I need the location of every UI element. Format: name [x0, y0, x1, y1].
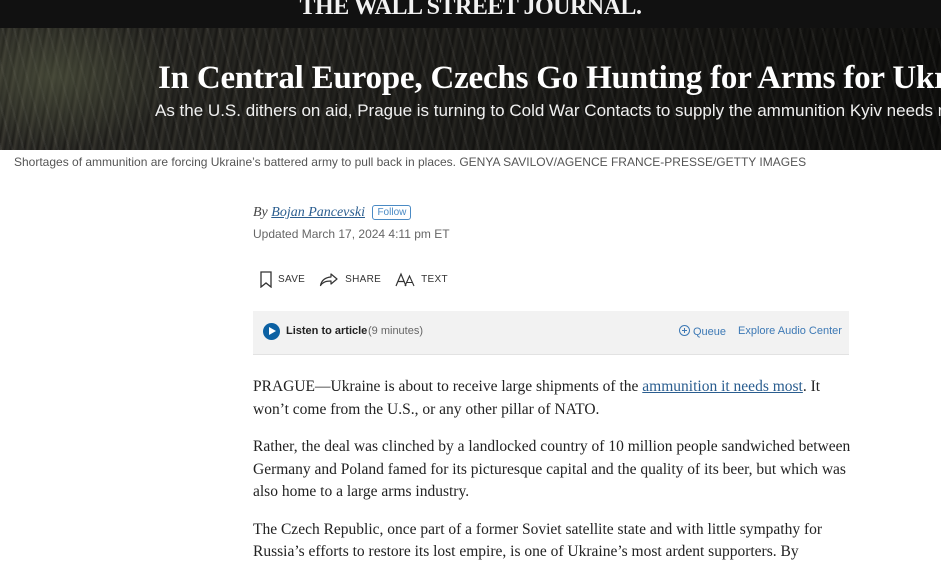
save-label: SAVE — [278, 273, 306, 285]
article-headline: In Central Europe, Czechs Go Hunting for… — [158, 60, 941, 96]
masthead: THE WALL STREET JOURNAL. — [0, 0, 941, 28]
image-caption: Shortages of ammunition are forcing Ukra… — [14, 155, 807, 169]
follow-button[interactable]: Follow — [372, 205, 412, 220]
share-button[interactable]: SHARE — [319, 272, 381, 287]
hero-shade — [0, 28, 180, 150]
byline: By Bojan Pancevski Follow — [253, 205, 412, 221]
hero-image: In Central Europe, Czechs Go Hunting for… — [0, 28, 941, 150]
audio-duration: (9 minutes) — [368, 325, 424, 337]
save-button[interactable]: SAVE — [260, 270, 306, 288]
article-paragraph: Rather, the deal was clinched by a landl… — [253, 438, 851, 500]
paragraph-text: PRAGUE—Ukraine is about to receive large… — [253, 378, 639, 395]
article-dek: As the U.S. dithers on aid, Prague is tu… — [155, 101, 941, 120]
play-icon[interactable] — [263, 323, 280, 340]
listen-to-article-button[interactable]: Listen to article — [286, 325, 367, 337]
plus-circle-icon — [679, 325, 690, 336]
audio-player: Listen to article (9 minutes) Queue Expl… — [253, 311, 849, 355]
text-size-button[interactable]: TEXT — [395, 271, 448, 287]
text-size-icon — [395, 272, 415, 287]
share-label: SHARE — [345, 273, 382, 285]
share-icon — [320, 272, 338, 286]
bookmark-icon — [260, 270, 272, 288]
article-toolbar: SAVE SHARE TEXT — [260, 268, 462, 290]
explore-audio-center-link[interactable]: Explore Audio Center — [738, 325, 842, 337]
author-link[interactable]: Bojan Pancevski — [271, 205, 365, 220]
ammunition-link[interactable]: ammunition it needs most — [642, 378, 803, 395]
byline-prefix: By — [253, 205, 268, 220]
queue-button[interactable]: Queue — [679, 325, 726, 338]
article-paragraph: PRAGUE—Ukraine is about to receive large… — [253, 376, 853, 421]
text-label: TEXT — [421, 273, 448, 285]
article-body: PRAGUE—Ukraine is about to receive large… — [253, 376, 853, 579]
updated-timestamp: Updated March 17, 2024 4:11 pm ET — [253, 227, 450, 241]
wsj-logo[interactable]: THE WALL STREET JOURNAL. — [0, 0, 941, 21]
queue-label: Queue — [693, 326, 727, 338]
article-paragraph: The Czech Republic, once part of a forme… — [253, 520, 823, 561]
